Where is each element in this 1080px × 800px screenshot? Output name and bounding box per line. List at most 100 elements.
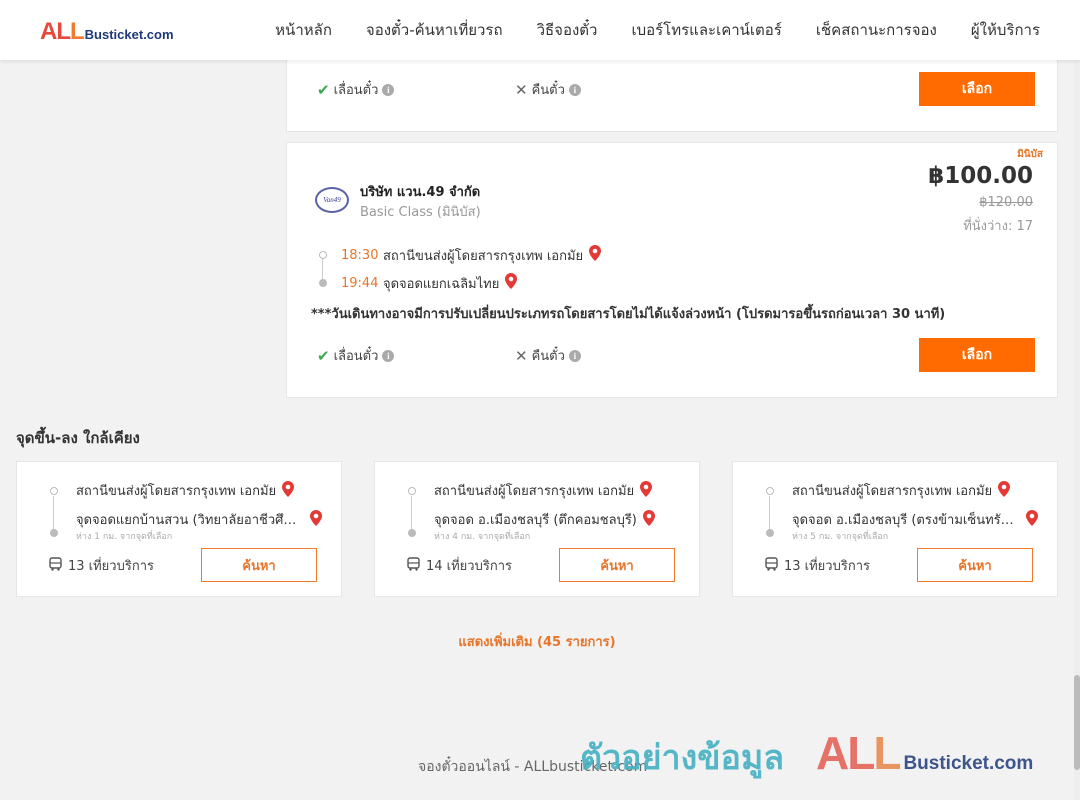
arrival-time: 19:44 — [341, 275, 379, 291]
map-pin-icon[interactable] — [1026, 509, 1038, 530]
feature-label: คืนตั๋ว — [531, 349, 565, 364]
nearby-trip-count: 13 เที่ยวบริการ — [49, 555, 154, 576]
operator-logo: Van49 — [315, 187, 349, 213]
watermark-logo: ALL Busticket.com — [816, 726, 1033, 780]
trip-count-label: 13 เที่ยวบริการ — [68, 559, 154, 574]
nav-contact-counters[interactable]: เบอร์โทรและเคาน์เตอร์ — [631, 18, 781, 42]
feature-label: เลื่อนตั๋ว — [333, 349, 379, 364]
map-pin-icon[interactable] — [282, 480, 295, 501]
nav-operators[interactable]: ผู้ให้บริการ — [971, 18, 1040, 42]
info-icon[interactable]: i — [382, 83, 395, 96]
route-line — [53, 496, 54, 530]
nearby-route-card: สถานีขนส่งผู้โดยสารกรุงเทพ เอกมัย จุดจอด… — [732, 461, 1058, 597]
trip-card-previous: ✔ เลื่อนตั๋ว i ✕ คืนตั๋ว i เลือก — [286, 56, 1058, 132]
cross-icon: ✕ — [515, 346, 528, 365]
watermark-text: ตัวอย่างข้อมูล — [580, 738, 785, 778]
feature-change-ticket: ✔ เลื่อนตั๋ว i — [317, 345, 395, 366]
feature-label: คืนตั๋ว — [531, 83, 565, 98]
feature-label: เลื่อนตั๋ว — [333, 83, 379, 98]
cross-icon: ✕ — [515, 80, 528, 99]
info-icon[interactable]: i — [382, 349, 395, 362]
departure-time: 18:30 — [341, 247, 379, 263]
bus-icon — [765, 556, 778, 575]
logo-wordmark: Busticket.com — [84, 27, 174, 42]
nearby-trip-count: 14 เที่ยวบริการ — [407, 555, 512, 576]
map-pin-icon[interactable] — [589, 245, 602, 265]
check-icon: ✔ — [317, 346, 330, 365]
destination-dot-icon — [766, 529, 774, 537]
route-line — [411, 496, 412, 530]
nearby-from: สถานีขนส่งผู้โดยสารกรุงเทพ เอกมัย — [434, 480, 653, 501]
nearby-to: จุดจอดแยกบ้านสวน (วิทยาลัยอาชีวศึกษาชลบุ… — [76, 509, 328, 530]
nearby-search-button[interactable]: ค้นหา — [917, 548, 1033, 582]
origin-dot-icon — [50, 487, 58, 495]
departure-place: สถานีขนส่งผู้โดยสารกรุงเทพ เอกมัย — [383, 248, 584, 264]
select-trip-button[interactable]: เลือก — [919, 338, 1035, 372]
vehicle-type-badge: มินิบัส — [1017, 149, 1043, 160]
arrival-stop: 19:44 จุดจอดแยกเฉลิมไทย — [317, 269, 601, 297]
select-trip-button[interactable]: เลือก — [919, 72, 1035, 106]
nearby-distance: ห่าง 4 กม. จากจุดที่เลือก — [434, 532, 531, 542]
nav-book-search[interactable]: จองตั๋ว-ค้นหาเที่ยวรถ — [366, 18, 503, 42]
from-label: สถานีขนส่งผู้โดยสารกรุงเทพ เอกมัย — [434, 484, 635, 499]
nearby-route-card: สถานีขนส่งผู้โดยสารกรุงเทพ เอกมัย จุดจอด… — [16, 461, 342, 597]
page-scrollbar[interactable] — [1074, 0, 1080, 800]
watermark-logo-wordmark: Busticket.com — [903, 753, 1034, 774]
nav-check-booking[interactable]: เช็คสถานะการจอง — [816, 18, 937, 42]
info-icon[interactable]: i — [568, 83, 581, 96]
destination-dot-icon — [408, 529, 416, 537]
map-pin-icon[interactable] — [640, 480, 653, 501]
destination-dot-icon — [50, 529, 58, 537]
nearby-search-button[interactable]: ค้นหา — [201, 548, 317, 582]
bus-icon — [49, 556, 62, 575]
nav-how-to-book[interactable]: วิธีจองตั๋ว — [537, 18, 598, 42]
show-more-link[interactable]: แสดงเพิ่มเติม (45 รายการ) — [0, 631, 1074, 652]
origin-dot-icon — [766, 487, 774, 495]
original-price: ฿120.00 — [979, 195, 1033, 210]
site-logo[interactable]: ALL Busticket.com — [40, 18, 174, 46]
trip-price: ฿100.00 — [928, 163, 1033, 189]
trip-count-label: 14 เที่ยวบริการ — [426, 559, 512, 574]
origin-dot-icon — [408, 487, 416, 495]
nearby-distance: ห่าง 5 กม. จากจุดที่เลือก — [792, 532, 889, 542]
to-label: จุดจอดแยกบ้านสวน (วิทยาลัยอาชีวศึกษาชลบุ… — [76, 513, 304, 528]
arrival-place: จุดจอดแยกเฉลิมไทย — [383, 276, 500, 292]
destination-dot-icon — [319, 279, 327, 287]
nearby-from: สถานีขนส่งผู้โดยสารกรุงเทพ เอกมัย — [76, 480, 295, 501]
nearby-distance: ห่าง 1 กม. จากจุดที่เลือก — [76, 532, 173, 542]
trip-count-label: 13 เที่ยวบริการ — [784, 559, 870, 574]
to-label: จุดจอด อ.เมืองชลบุรี (ตรงข้ามเซ็นทรัลชลบ… — [792, 513, 1020, 528]
nearby-search-button[interactable]: ค้นหา — [559, 548, 675, 582]
operator-name: บริษัท แวน.49 จำกัด — [360, 185, 481, 200]
watermark-logo-mark: ALL — [816, 727, 901, 779]
nearby-trip-count: 13 เที่ยวบริการ — [765, 555, 870, 576]
check-icon: ✔ — [317, 80, 330, 99]
origin-dot-icon — [319, 251, 327, 259]
top-header: ALL Busticket.com หน้าหลัก จองตั๋ว-ค้นหา… — [0, 0, 1080, 60]
nearby-from: สถานีขนส่งผู้โดยสารกรุงเทพ เอกมัย — [792, 480, 1011, 501]
nearby-section-title: จุดขึ้น-ลง ใกล้เคียง — [16, 429, 140, 447]
feature-refund-ticket: ✕ คืนตั๋ว i — [515, 79, 581, 100]
map-pin-icon[interactable] — [505, 273, 518, 293]
seats-available: ที่นั่งว่าง: 17 — [963, 219, 1033, 234]
map-pin-icon[interactable] — [642, 509, 655, 530]
bus-icon — [407, 556, 420, 575]
to-label: จุดจอด อ.เมืองชลบุรี (ตึกคอมชลบุรี) — [434, 513, 637, 528]
map-pin-icon[interactable] — [998, 480, 1011, 501]
from-label: สถานีขนส่งผู้โดยสารกรุงเทพ เอกมัย — [76, 484, 277, 499]
scrollbar-thumb[interactable] — [1074, 675, 1080, 770]
nearby-to: จุดจอด อ.เมืองชลบุรี (ตรงข้ามเซ็นทรัลชลบ… — [792, 509, 1044, 530]
route-line — [769, 496, 770, 530]
nav-home[interactable]: หน้าหลัก — [275, 18, 332, 42]
feature-change-ticket: ✔ เลื่อนตั๋ว i — [317, 79, 395, 100]
info-icon[interactable]: i — [568, 349, 581, 362]
logo-mark: ALL — [40, 18, 85, 45]
departure-stop: 18:30 สถานีขนส่งผู้โดยสารกรุงเทพ เอกมัย — [317, 241, 602, 281]
nearby-route-card: สถานีขนส่งผู้โดยสารกรุงเทพ เอกมัย จุดจอด… — [374, 461, 700, 597]
feature-refund-ticket: ✕ คืนตั๋ว i — [515, 345, 581, 366]
map-pin-icon[interactable] — [310, 509, 322, 530]
nearby-to: จุดจอด อ.เมืองชลบุรี (ตึกคอมชลบุรี) — [434, 509, 686, 530]
from-label: สถานีขนส่งผู้โดยสารกรุงเทพ เอกมัย — [792, 484, 993, 499]
route-timeline: 18:30 สถานีขนส่งผู้โดยสารกรุงเทพ เอกมัย … — [317, 241, 602, 297]
main-nav: หน้าหลัก จองตั๋ว-ค้นหาเที่ยวรถ วิธีจองตั… — [241, 0, 1040, 60]
